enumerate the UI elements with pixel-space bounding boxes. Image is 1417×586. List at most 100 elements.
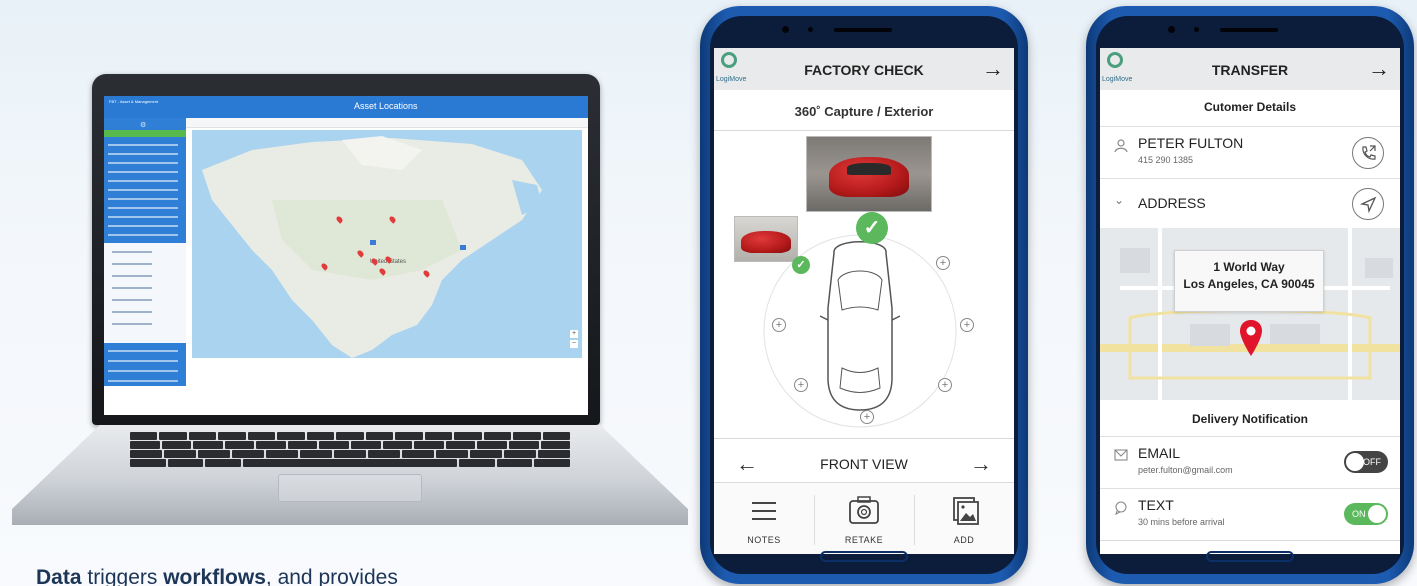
home-button[interactable]: [1206, 551, 1294, 562]
menu-icon: [752, 502, 776, 520]
sidebar-item[interactable]: [108, 162, 178, 164]
sidebar-item[interactable]: [108, 153, 178, 155]
sidebar-item[interactable]: [108, 189, 178, 191]
delivery-section-title: Delivery Notification: [1191, 412, 1309, 426]
chevron-down-icon[interactable]: ⌄: [1114, 193, 1124, 207]
laptop-lid: FBT - Asset & Management Asset Locations…: [92, 74, 600, 425]
retake-label: RETAKE: [844, 535, 884, 545]
notes-button[interactable]: NOTES: [714, 483, 814, 554]
transfer-screen: LogiMove TRANSFER → Cutomer Details PETE…: [1100, 48, 1400, 554]
image-icon: [953, 497, 979, 525]
sidebar-item[interactable]: [108, 144, 178, 146]
home-button[interactable]: [820, 551, 908, 562]
add-angle-icon[interactable]: +: [938, 378, 952, 392]
phone-sensor: [1194, 27, 1199, 32]
screen-title: TRANSFER: [1211, 62, 1289, 78]
screen-sidebar[interactable]: ⚙: [104, 118, 186, 386]
add-angle-icon[interactable]: +: [860, 410, 874, 424]
customer-name: PETER FULTON: [1138, 135, 1244, 151]
screen-footer: [104, 386, 588, 415]
zoom-out-button[interactable]: −: [570, 340, 578, 348]
sidebar-item[interactable]: [108, 198, 178, 200]
phone-speaker: [834, 28, 892, 32]
phone-speaker: [1220, 28, 1278, 32]
gear-icon[interactable]: ⚙: [140, 121, 146, 129]
email-toggle[interactable]: OFF: [1344, 451, 1388, 473]
next-view-arrow[interactable]: →: [970, 451, 992, 477]
sidebar-item[interactable]: [108, 234, 178, 236]
next-arrow-button[interactable]: →: [1368, 56, 1390, 82]
sidebar-active-item[interactable]: [104, 130, 186, 137]
tagline-rest: , and provides: [265, 566, 398, 586]
navigation-icon: [1359, 196, 1377, 214]
sidebar-item[interactable]: [108, 350, 178, 352]
screen-header: FBT - Asset & Management Asset Locations: [104, 96, 588, 118]
view-selector: ← FRONT VIEW →: [714, 448, 1014, 482]
side-capture-photo[interactable]: [734, 216, 798, 262]
add-angle-icon[interactable]: +: [960, 318, 974, 332]
sidebar-item[interactable]: [108, 171, 178, 173]
address-label: ADDRESS: [1138, 195, 1206, 211]
bottom-action-bar: NOTES RETAKE ADD: [714, 482, 1014, 554]
phone-transfer: LogiMove TRANSFER → Cutomer Details PETE…: [1086, 6, 1414, 584]
laptop-trackpad: [278, 474, 422, 502]
screen-brand: FBT - Asset & Management: [109, 99, 159, 104]
factory-check-screen: LogiMove FACTORY CHECK → 360˚ Capture / …: [714, 48, 1014, 554]
text-value: 30 mins before arrival: [1138, 517, 1225, 527]
email-toggle-label: OFF: [1363, 457, 1381, 467]
location-pin-icon[interactable]: [1240, 320, 1262, 356]
check-icon: ✓: [856, 212, 888, 244]
add-button[interactable]: ADD: [914, 483, 1014, 554]
tagline-triggers: triggers: [87, 566, 164, 586]
add-label: ADD: [953, 535, 975, 545]
sidebar-item[interactable]: [108, 380, 178, 382]
zoom-in-button[interactable]: +: [570, 330, 578, 338]
call-button[interactable]: [1352, 137, 1384, 169]
asset-map[interactable]: United States + −: [192, 130, 582, 358]
sidebar-item[interactable]: [108, 207, 178, 209]
warehouse-icon[interactable]: [370, 240, 376, 245]
warehouse-icon[interactable]: [460, 245, 466, 250]
customer-section-title: Cutomer Details: [1203, 100, 1297, 114]
address-card: 1 World Way Los Angeles, CA 90045: [1174, 250, 1324, 312]
person-icon: [1114, 139, 1128, 156]
check-icon: ✓: [792, 256, 810, 274]
navigate-button[interactable]: [1352, 188, 1384, 220]
notes-label: NOTES: [747, 535, 781, 545]
phone-factory-check: LogiMove FACTORY CHECK → 360˚ Capture / …: [700, 6, 1028, 584]
phone-camera: [782, 26, 789, 33]
text-toggle-label: ON: [1352, 509, 1366, 519]
speech-bubble-icon: [1114, 501, 1128, 518]
sidebar-item[interactable]: [108, 180, 178, 182]
laptop-keyboard: [130, 432, 571, 468]
laptop-screen: FBT - Asset & Management Asset Locations…: [104, 96, 588, 415]
tagline: Data triggers workflows, and provides: [36, 566, 398, 586]
text-label: TEXT: [1138, 497, 1174, 513]
sidebar-item[interactable]: [108, 370, 178, 372]
sidebar-item[interactable]: [108, 360, 178, 362]
screen-toolbar: [186, 118, 588, 128]
front-capture-photo[interactable]: [806, 136, 932, 212]
sidebar-item[interactable]: [108, 216, 178, 218]
sidebar-item[interactable]: [108, 225, 178, 227]
app-header: LogiMove TRANSFER →: [1100, 48, 1400, 90]
laptop: FBT - Asset & Management Asset Locations…: [0, 0, 700, 586]
address-row[interactable]: ⌄ ADDRESS: [1100, 178, 1400, 228]
address-map[interactable]: 1 World Way Los Angeles, CA 90045: [1100, 228, 1400, 400]
add-angle-icon[interactable]: +: [772, 318, 786, 332]
text-notification-row: TEXT 30 mins before arrival ON: [1100, 488, 1400, 540]
address-line-2: Los Angeles, CA 90045: [1183, 277, 1315, 291]
add-angle-icon[interactable]: +: [794, 378, 808, 392]
customer-row: PETER FULTON 415 290 1385: [1100, 126, 1400, 178]
tagline-workflows: workflows: [163, 566, 266, 586]
email-value: peter.fulton@gmail.com: [1138, 465, 1233, 475]
map-land: [202, 136, 542, 358]
add-angle-icon[interactable]: +: [936, 256, 950, 270]
phone-camera: [1168, 26, 1175, 33]
retake-button[interactable]: RETAKE: [814, 483, 914, 554]
email-label: EMAIL: [1138, 445, 1181, 461]
camera-icon: [849, 496, 879, 524]
tagline-data: Data: [36, 566, 88, 586]
envelope-icon: [1114, 449, 1128, 464]
text-toggle[interactable]: ON: [1344, 503, 1388, 525]
